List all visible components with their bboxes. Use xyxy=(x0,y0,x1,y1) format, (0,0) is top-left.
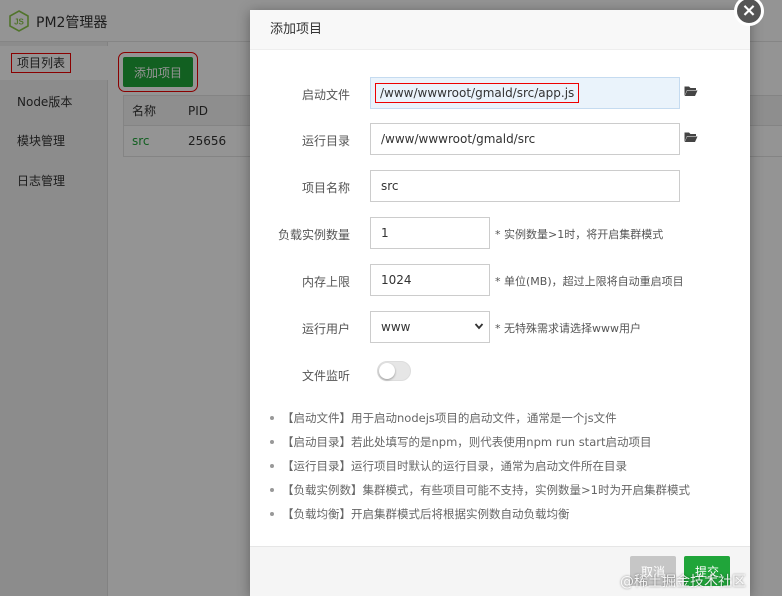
folder-open-icon[interactable] xyxy=(684,131,698,143)
instances-input[interactable]: 1 xyxy=(370,217,490,249)
run-user-label: 运行用户 xyxy=(301,322,350,336)
instances-label: 负载实例数量 xyxy=(277,228,350,242)
toggle-knob xyxy=(379,363,395,379)
watch-label: 文件监听 xyxy=(301,369,350,383)
run-user-select[interactable]: www xyxy=(370,311,490,343)
start-file-label: 启动文件 xyxy=(301,88,350,102)
dialog-title: 添加项目 xyxy=(250,10,750,50)
note-item: 【启动文件】用于启动nodejs项目的启动文件，通常是一个js文件 xyxy=(268,408,738,432)
project-name-input[interactable]: src xyxy=(370,170,680,202)
note-item: 【负载均衡】开启集群模式后将根据实例数自动负载均衡 xyxy=(268,504,738,528)
memory-row: 内存上限 1024 * 单位(MB)，超过上限将自动重启项目 xyxy=(250,264,750,298)
project-name-label: 项目名称 xyxy=(301,181,350,195)
project-name-row: 项目名称 src xyxy=(250,170,750,204)
instances-hint: * 实例数量>1时，将开启集群模式 xyxy=(495,228,664,241)
note-item: 【运行目录】运行项目时默认的运行目录，通常为启动文件所在目录 xyxy=(268,456,738,480)
run-user-hint: * 无特殊需求请选择www用户 xyxy=(495,322,641,335)
start-file-row: 启动文件 /www/wwwroot/gmald/src/app.js xyxy=(250,77,750,111)
memory-label: 内存上限 xyxy=(301,275,350,289)
watch-row: 文件监听 xyxy=(250,358,750,392)
memory-input[interactable]: 1024 xyxy=(370,264,490,296)
add-project-dialog: 添加项目 启动文件 /www/wwwroot/gmald/src/app.js … xyxy=(250,10,750,596)
folder-open-icon[interactable] xyxy=(684,85,698,97)
start-file-input[interactable]: /www/wwwroot/gmald/src/app.js xyxy=(370,77,680,109)
instances-row: 负载实例数量 1 * 实例数量>1时，将开启集群模式 xyxy=(250,217,750,251)
chevron-down-icon xyxy=(474,323,484,330)
run-dir-input[interactable]: /www/wwwroot/gmald/src xyxy=(370,123,680,155)
start-file-value: /www/wwwroot/gmald/src/app.js xyxy=(375,83,580,103)
file-watch-toggle[interactable] xyxy=(377,361,411,381)
run-user-row: 运行用户 www * 无特殊需求请选择www用户 xyxy=(250,311,750,345)
run-dir-label: 运行目录 xyxy=(301,134,350,148)
memory-hint: * 单位(MB)，超过上限将自动重启项目 xyxy=(495,275,684,288)
run-dir-row: 运行目录 /www/wwwroot/gmald/src xyxy=(250,123,750,157)
help-notes: 【启动文件】用于启动nodejs项目的启动文件，通常是一个js文件 【启动目录】… xyxy=(268,408,738,528)
watermark: @稀土掘金技术社区 xyxy=(620,574,746,590)
note-item: 【负载实例数】集群模式，有些项目可能不支持，实例数量>1时为开启集群模式 xyxy=(268,480,738,504)
note-item: 【启动目录】若此处填写的是npm，则代表使用npm run start启动项目 xyxy=(268,432,738,456)
